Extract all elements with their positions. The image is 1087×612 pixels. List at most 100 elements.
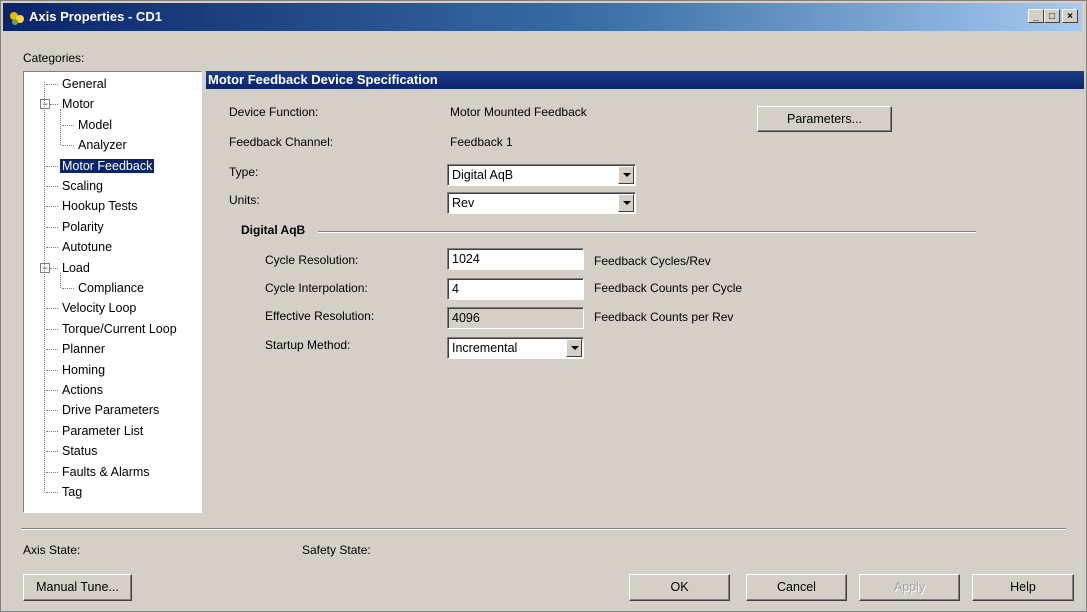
maximize-button[interactable]: □ <box>1044 9 1060 23</box>
tree-item-tag[interactable]: Tag <box>60 483 84 501</box>
group-divider <box>318 231 976 233</box>
cycle-interpolation-unit: Feedback Counts per Cycle <box>594 281 743 295</box>
tree-collapse-icon[interactable]: − <box>40 262 50 273</box>
tree-connector <box>50 104 58 106</box>
effective-resolution-unit: Feedback Counts per Rev <box>594 310 734 324</box>
tree-item-torque-current-loop[interactable]: Torque/Current Loop <box>60 320 179 338</box>
tree-item-general[interactable]: General <box>60 75 108 93</box>
tree-item-label: General <box>62 77 107 91</box>
device-function-value: Motor Mounted Feedback <box>450 105 587 119</box>
tree-item-load[interactable]: Load <box>60 259 92 277</box>
tree-item-compliance[interactable]: Compliance <box>76 279 146 297</box>
feedback-channel-value: Feedback 1 <box>450 135 513 149</box>
tree-connector <box>60 109 61 146</box>
categories-tree[interactable]: General − Motor Model Analyzer Motor Feedback… <box>23 71 202 513</box>
tree-connector <box>46 349 58 351</box>
tree-item-label: Load <box>62 260 90 275</box>
tree-item-label: Motor <box>62 97 94 112</box>
tree-item-label: Model <box>78 117 113 132</box>
tree-item-label: Status <box>62 444 98 459</box>
tree-item-label: Analyzer <box>78 138 127 153</box>
tree-connector <box>46 165 58 167</box>
tree-item-label: Compliance <box>78 281 145 295</box>
digital-aqb-group-title: Digital AqB <box>241 223 306 237</box>
tree-item-status[interactable]: Status <box>60 442 99 460</box>
cancel-button[interactable]: Cancel <box>746 574 847 601</box>
tree-connector <box>50 267 58 269</box>
tree-connector <box>44 82 45 493</box>
tree-item-faults-alarms[interactable]: Faults & Alarms <box>60 463 152 481</box>
tree-item-parameter-list[interactable]: Parameter List <box>60 422 145 440</box>
window-title: Axis Properties - CD1 <box>29 9 162 24</box>
tree-item-label: Polarity <box>62 219 104 234</box>
device-function-label: Device Function: <box>229 105 319 119</box>
tree-item-planner[interactable]: Planner <box>60 340 107 358</box>
tree-connector <box>62 124 74 126</box>
type-select-value: Digital AqB <box>452 168 514 182</box>
ok-button[interactable]: OK <box>629 574 730 601</box>
units-dropdown-arrow-icon[interactable] <box>618 194 634 212</box>
units-select-value: Rev <box>452 196 475 210</box>
type-dropdown-arrow-icon[interactable] <box>618 166 634 184</box>
effective-resolution-label: Effective Resolution: <box>265 309 375 323</box>
minimize-button[interactable]: _ <box>1028 9 1044 23</box>
units-label: Units: <box>229 193 260 207</box>
cycle-resolution-unit: Feedback Cycles/Rev <box>594 254 711 268</box>
tree-connector <box>46 390 58 391</box>
close-button[interactable]: × <box>1062 9 1078 23</box>
startup-method-value: Incremental <box>452 341 518 355</box>
tree-item-polarity[interactable]: Polarity <box>60 218 106 236</box>
tree-item-homing[interactable]: Homing <box>60 361 107 379</box>
tree-item-hookup-tests[interactable]: Hookup Tests <box>60 197 140 215</box>
tree-connector <box>46 492 58 493</box>
tree-connector <box>62 145 74 147</box>
safety-state-label: Safety State: <box>302 543 371 557</box>
tree-collapse-icon[interactable]: − <box>40 99 50 110</box>
section-header: Motor Feedback Device Specification <box>206 71 1084 89</box>
tree-item-label: Drive Parameters <box>62 403 160 418</box>
tree-item-actions[interactable]: Actions <box>60 381 105 399</box>
tree-connector <box>46 247 58 249</box>
tree-connector <box>46 226 58 228</box>
feedback-channel-label: Feedback Channel: <box>229 135 334 149</box>
type-select[interactable]: Digital AqB <box>447 164 636 186</box>
startup-method-select[interactable]: Incremental <box>447 337 584 359</box>
tree-item-motor-feedback[interactable]: Motor Feedback <box>60 157 155 175</box>
cycle-resolution-label: Cycle Resolution: <box>265 253 359 267</box>
cycle-interpolation-label: Cycle Interpolation: <box>265 281 368 295</box>
tree-connector <box>60 272 61 288</box>
tree-item-autotune[interactable]: Autotune <box>60 238 114 256</box>
tree-item-label: Parameter List <box>62 423 144 438</box>
tree-item-analyzer[interactable]: Analyzer <box>76 136 129 154</box>
tree-item-label: Autotune <box>62 240 113 255</box>
tree-item-label: Faults & Alarms <box>62 464 150 479</box>
cycle-resolution-input[interactable]: 1024 <box>447 248 584 270</box>
type-label: Type: <box>229 165 259 179</box>
tree-item-velocity-loop[interactable]: Velocity Loop <box>60 299 138 317</box>
tree-item-model[interactable]: Model <box>76 116 114 134</box>
help-button[interactable]: Help <box>972 574 1074 601</box>
tree-item-label: Hookup Tests <box>62 199 138 214</box>
tree-item-drive-parameters[interactable]: Drive Parameters <box>60 401 161 419</box>
tree-item-label: Scaling <box>62 179 103 193</box>
tree-item-scaling[interactable]: Scaling <box>60 177 105 195</box>
parameters-button[interactable]: Parameters... <box>757 106 892 132</box>
tree-connector <box>46 410 58 412</box>
axis-state-label: Axis State: <box>23 543 81 557</box>
title-bar[interactable]: Axis Properties - CD1 _ □ × <box>3 3 1082 31</box>
tree-item-motor[interactable]: Motor <box>60 95 96 113</box>
tree-connector <box>46 308 58 310</box>
tree-connector <box>46 471 58 473</box>
startup-method-dropdown-arrow-icon[interactable] <box>566 339 582 357</box>
units-select[interactable]: Rev <box>447 192 636 214</box>
axis-properties-window: Axis Properties - CD1 _ □ × Categories: … <box>0 0 1087 612</box>
tree-item-label: Planner <box>62 342 106 357</box>
manual-tune-button[interactable]: Manual Tune... <box>23 574 132 601</box>
tree-connector <box>46 186 58 187</box>
tree-connector <box>46 84 58 85</box>
tree-connector <box>46 451 58 453</box>
effective-resolution-field: 4096 <box>447 307 584 329</box>
apply-button[interactable]: Apply <box>859 574 960 601</box>
tree-item-label: Motor Feedback <box>60 158 155 173</box>
cycle-interpolation-input[interactable]: 4 <box>447 278 584 300</box>
